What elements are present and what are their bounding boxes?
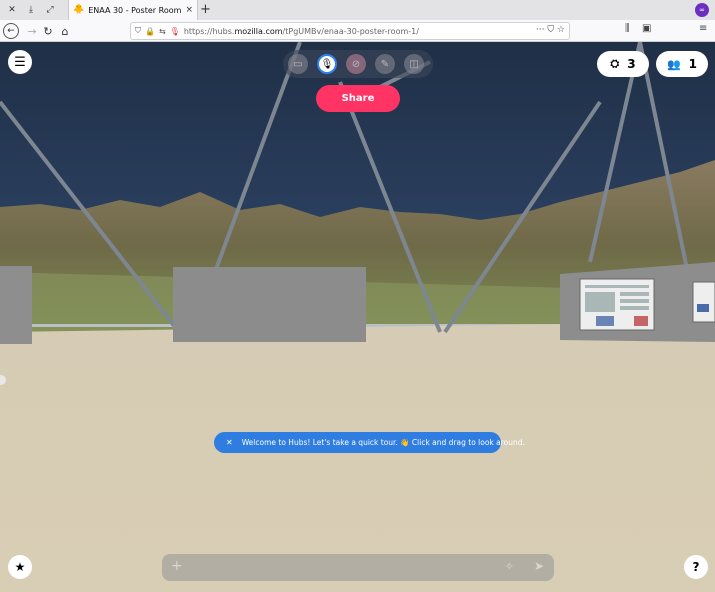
new-tab-button[interactable]: + bbox=[200, 2, 211, 17]
close-window-icon[interactable]: ✕ bbox=[5, 3, 19, 17]
sidebar-icon[interactable]: ▣ bbox=[642, 23, 651, 34]
pen-tool-icon[interactable]: ✎ bbox=[375, 54, 395, 74]
home-button[interactable]: ⌂ bbox=[57, 23, 73, 39]
objects-count: 3 bbox=[627, 57, 636, 71]
url-text: https://hubs.mozilla.com/tPgUMBv/enaa-30… bbox=[183, 26, 419, 36]
hubs-favicon-icon: 🐥 bbox=[73, 5, 85, 15]
objects-counter-button[interactable]: ⛭ 3 bbox=[597, 51, 649, 77]
back-button[interactable]: ← bbox=[3, 23, 19, 39]
permissions-icon[interactable]: ⇆ bbox=[159, 27, 166, 36]
send-icon[interactable]: ➤ bbox=[534, 559, 544, 573]
maximize-icon[interactable]: ⤢ bbox=[43, 3, 57, 17]
browser-menu-button[interactable]: ≡ bbox=[699, 23, 707, 34]
microphone-active-icon[interactable]: 🎙 bbox=[170, 27, 180, 36]
hubs-3d-scene[interactable]: ☰ ▭ 🎙 ⊘ ✎ ◫ Share ⛭ 3 👥 1 ✕ Welcome to H… bbox=[0, 42, 715, 592]
vr-mode-icon[interactable]: ◫ bbox=[404, 54, 424, 74]
chat-add-icon[interactable]: + bbox=[171, 558, 183, 574]
people-counter-button[interactable]: 👥 1 bbox=[656, 51, 708, 77]
camera-toggle-icon[interactable]: ▭ bbox=[288, 54, 308, 74]
tab-close-icon[interactable]: × bbox=[185, 5, 193, 15]
account-avatar[interactable]: ∞ bbox=[695, 3, 709, 17]
share-button[interactable]: Share bbox=[316, 85, 400, 112]
toast-message: Welcome to Hubs! Let's take a quick tour… bbox=[241, 438, 525, 447]
shield-icon[interactable]: ⛉ bbox=[135, 26, 141, 36]
welcome-tour-toast[interactable]: ✕ Welcome to Hubs! Let's take a quick to… bbox=[214, 432, 525, 453]
microphone-button[interactable]: 🎙 bbox=[317, 54, 337, 74]
people-icon: 👥 bbox=[666, 57, 681, 71]
browser-nav-bar: ← → ↻ ⌂ ⛉ 🔒 ⇆ 🎙 https://hubs.mozilla.com… bbox=[0, 20, 715, 60]
tab-title: ENAA 30 - Poster Room 1 | Hu bbox=[88, 5, 182, 15]
toast-close-icon[interactable]: ✕ bbox=[226, 438, 233, 447]
browser-tab-bar: ✕ ⤓ ⤢ 🐥 ENAA 30 - Poster Room 1 | Hu × +… bbox=[0, 0, 715, 20]
library-icon[interactable]: ⫼ bbox=[625, 23, 630, 34]
url-actions: ··· ⛉ ☆ bbox=[535, 25, 565, 35]
tab-enaa-poster-room[interactable]: 🐥 ENAA 30 - Poster Room 1 | Hu × bbox=[68, 0, 198, 20]
hamburger-menu-button[interactable]: ☰ bbox=[8, 50, 32, 74]
forward-button[interactable]: → bbox=[24, 23, 40, 39]
lock-icon[interactable]: 🔒 bbox=[145, 27, 155, 36]
scene-render bbox=[0, 42, 715, 592]
favorite-room-button[interactable]: ★ bbox=[8, 555, 32, 579]
chat-magic-icon[interactable]: ✧ bbox=[505, 560, 514, 573]
objects-icon: ⛭ bbox=[610, 57, 620, 70]
help-button[interactable]: ? bbox=[684, 555, 708, 579]
reload-button[interactable]: ↻ bbox=[40, 23, 56, 39]
media-toolbar: ▭ 🎙 ⊘ ✎ ◫ bbox=[283, 50, 433, 78]
minimize-icon[interactable]: ⤓ bbox=[24, 3, 38, 17]
address-bar[interactable]: ⛉ 🔒 ⇆ 🎙 https://hubs.mozilla.com/tPgUMBv… bbox=[130, 22, 570, 40]
media-disabled-icon[interactable]: ⊘ bbox=[346, 54, 366, 74]
chat-input-bar[interactable]: + ✧ ➤ bbox=[162, 554, 554, 581]
people-count: 1 bbox=[688, 57, 698, 71]
